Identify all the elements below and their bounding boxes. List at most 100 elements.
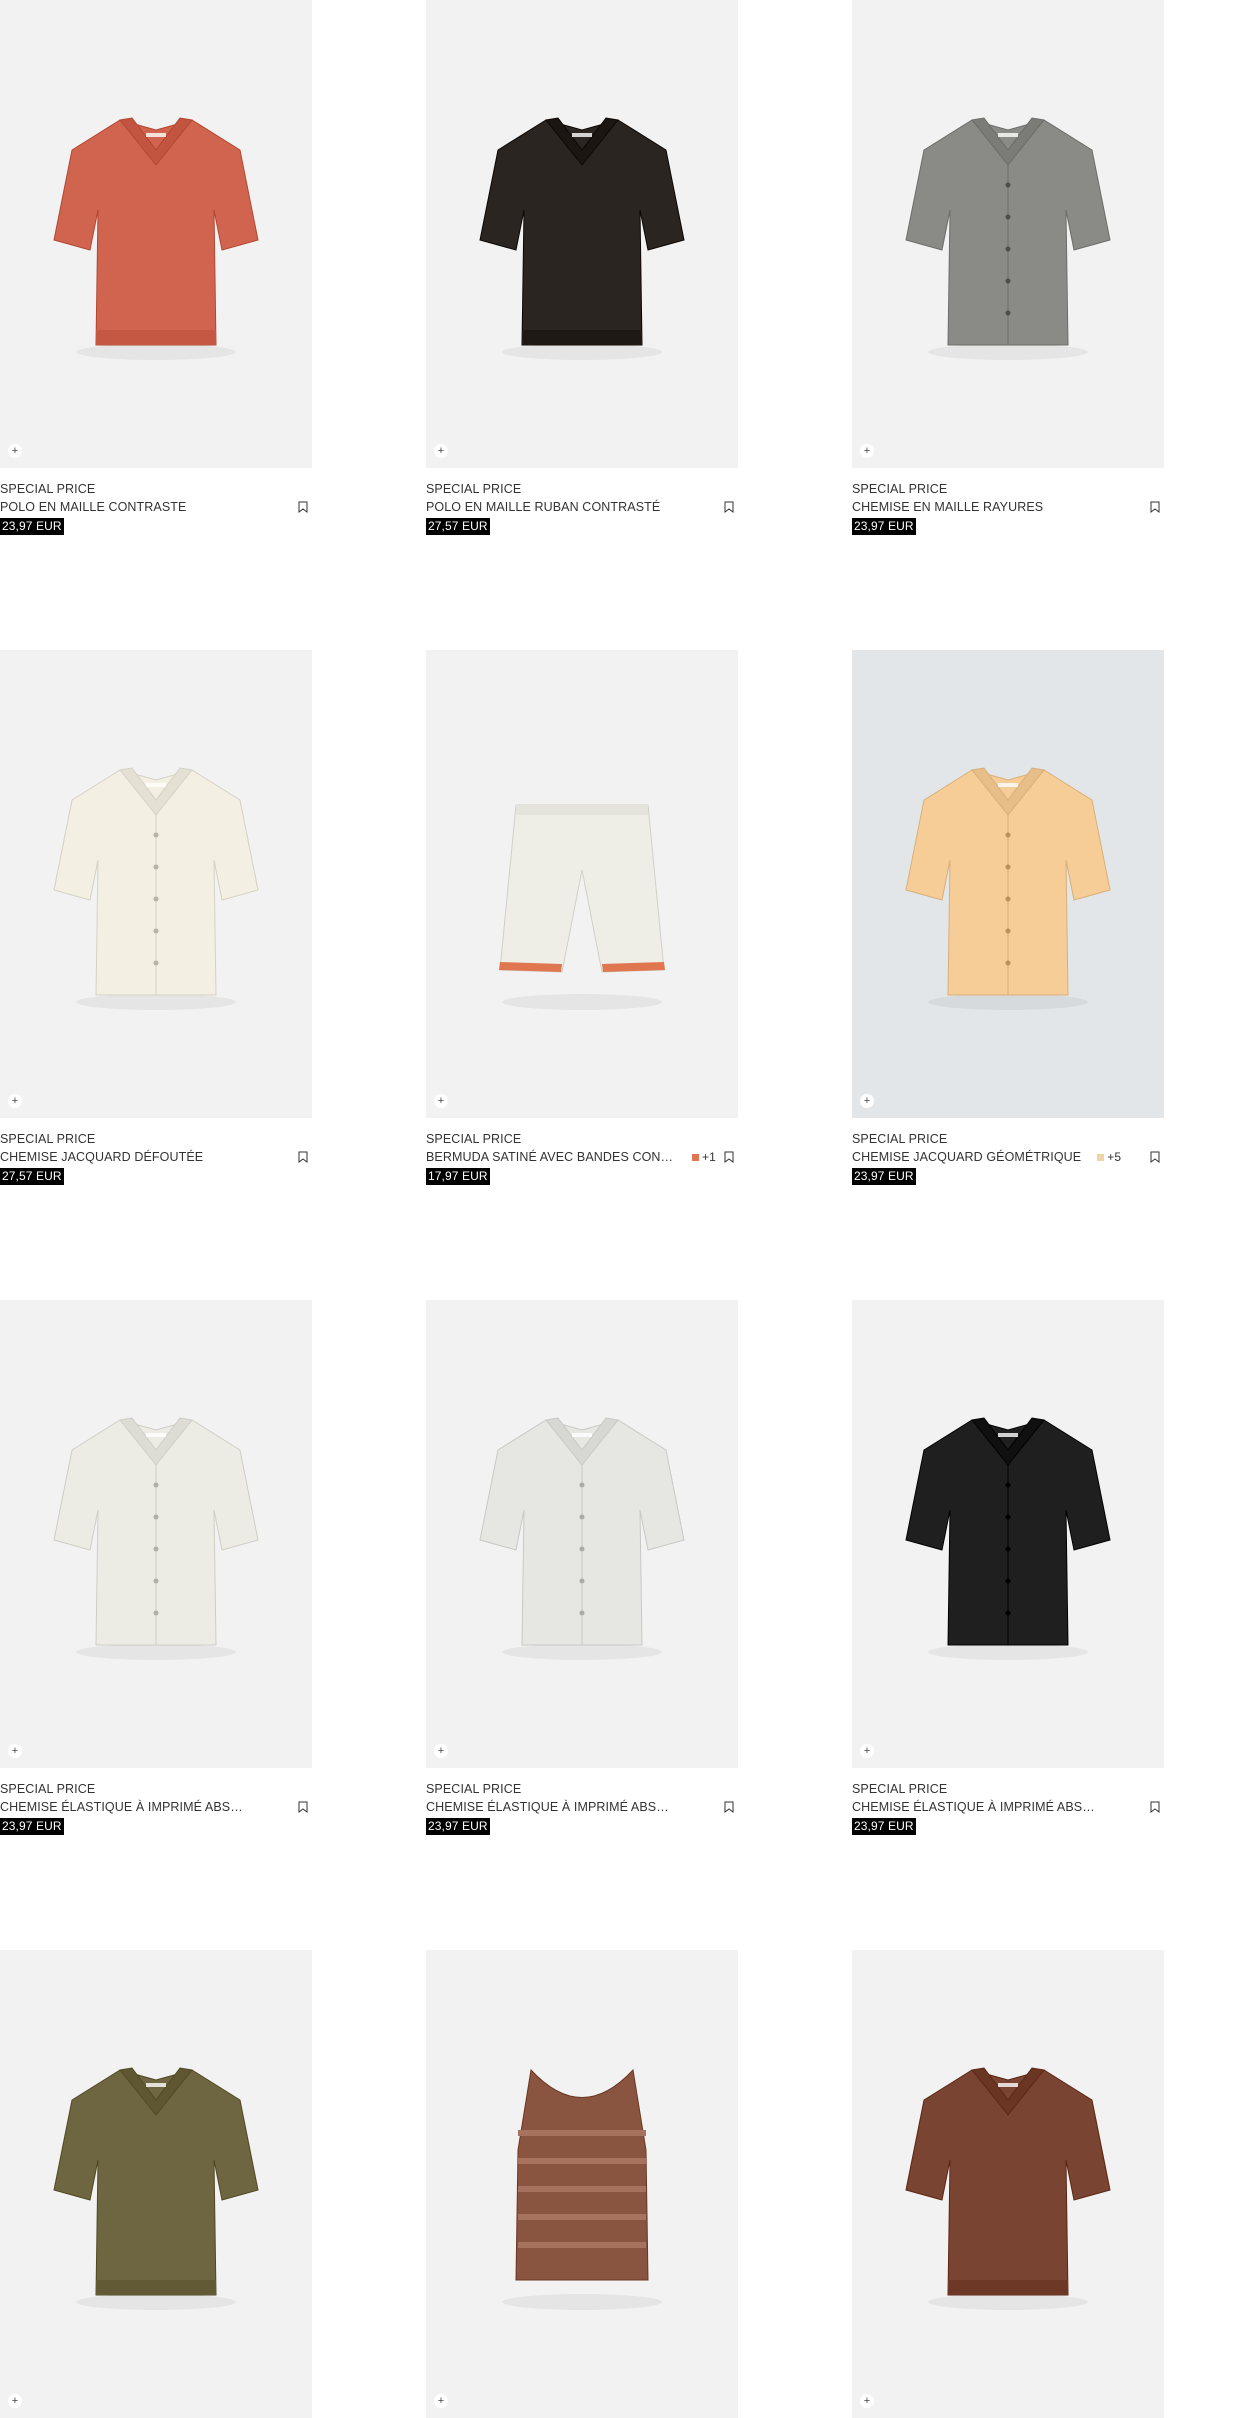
special-price-tag: SPECIAL PRICE [852, 482, 948, 496]
product-info: SPECIAL PRICE CHEMISE ÉLASTIQUE À IMPRIMÉ… [852, 1768, 1164, 1835]
product-image[interactable]: + [426, 1300, 738, 1768]
add-to-cart-plus-icon[interactable]: + [860, 2394, 874, 2408]
special-price-tag: SPECIAL PRICE [852, 1132, 948, 1146]
color-swatches[interactable]: +5 [1097, 1147, 1121, 1167]
product-card[interactable]: + [0, 1950, 312, 2418]
product-card[interactable]: + [426, 1950, 738, 2418]
product-info: SPECIAL PRICE CHEMISE ÉLASTIQUE À IMPRIMÉ… [426, 1768, 738, 1835]
product-garment [53, 2067, 259, 2310]
bookmark-icon[interactable] [724, 1801, 734, 1813]
color-swatches[interactable]: +1 [692, 1147, 716, 1167]
product-card[interactable]: + [852, 1950, 1164, 2418]
product-card[interactable]: + SPECIAL PRICE CHEMISE ÉLASTIQUE À IMPRIM… [852, 1300, 1164, 1835]
product-price: 27,57 EUR [426, 518, 490, 535]
add-to-cart-plus-icon[interactable]: + [434, 2394, 448, 2408]
product-card[interactable]: + SPECIAL PRICE POLO EN MAILLE RUBAN CONTR… [426, 0, 738, 535]
product-image[interactable]: + [852, 650, 1164, 1118]
product-garment [53, 1417, 259, 1660]
product-card[interactable]: + SPECIAL PRICE CHEMISE EN MAILLE RAYURES 2… [852, 0, 1164, 535]
product-name[interactable]: CHEMISE JACQUARD DÉFOUTÉE [0, 1147, 203, 1167]
product-garment [53, 767, 259, 1010]
bookmark-icon[interactable] [724, 1151, 734, 1163]
product-name[interactable]: CHEMISE ÉLASTIQUE À IMPRIMÉ ABSTRAIT [0, 1797, 250, 1817]
product-card[interactable]: + SPECIAL PRICE CHEMISE ÉLASTIQUE À IMPRIM… [0, 1300, 312, 1835]
product-price: 23,97 EUR [426, 1818, 490, 1835]
product-garment [905, 1417, 1111, 1660]
color-swatch[interactable] [1097, 1153, 1105, 1161]
add-to-cart-plus-icon[interactable]: + [860, 444, 874, 458]
special-price-tag: SPECIAL PRICE [426, 1782, 522, 1796]
product-name[interactable]: BERMUDA SATINÉ AVEC BANDES CONT... [426, 1147, 676, 1167]
add-to-cart-plus-icon[interactable]: + [8, 1094, 22, 1108]
product-card[interactable]: + SPECIAL PRICE CHEMISE ÉLASTIQUE À IMPRIM… [426, 1300, 738, 1835]
product-grid: + SPECIAL PRICE POLO EN MAILLE CONTRASTE 23… [0, 0, 1250, 2418]
product-name[interactable]: POLO EN MAILLE CONTRASTE [0, 497, 186, 517]
product-image[interactable]: + [426, 1950, 738, 2418]
product-name-row: CHEMISE ÉLASTIQUE À IMPRIMÉ ABSTRAIT [426, 1797, 738, 1817]
special-price-tag: SPECIAL PRICE [0, 482, 96, 496]
more-colors-count: +5 [1107, 1150, 1122, 1164]
add-to-cart-plus-icon[interactable]: + [434, 1744, 448, 1758]
product-image[interactable]: + [0, 0, 312, 468]
add-to-cart-plus-icon[interactable]: + [434, 444, 448, 458]
product-info: SPECIAL PRICE CHEMISE JACQUARD DÉFOUTÉE 27… [0, 1118, 312, 1185]
product-name-row: CHEMISE ÉLASTIQUE À IMPRIMÉ ABSTRAIT [0, 1797, 312, 1817]
product-garment [502, 2068, 662, 2310]
product-card[interactable]: + SPECIAL PRICE CHEMISE JACQUARD GÉOMÉTRIQ… [852, 650, 1164, 1185]
product-image[interactable]: + [426, 0, 738, 468]
product-price: 27,57 EUR [0, 1168, 64, 1185]
product-price: 23,97 EUR [852, 518, 916, 535]
product-card[interactable]: + SPECIAL PRICE CHEMISE JACQUARD DÉFOUTÉE 2… [0, 650, 312, 1185]
add-to-cart-plus-icon[interactable]: + [8, 1744, 22, 1758]
product-name[interactable]: CHEMISE ÉLASTIQUE À IMPRIMÉ ABSTRAIT [852, 1797, 1102, 1817]
product-name-row: CHEMISE ÉLASTIQUE À IMPRIMÉ ABSTRAIT [852, 1797, 1164, 1817]
product-image[interactable]: + [426, 650, 738, 1118]
product-name[interactable]: CHEMISE EN MAILLE RAYURES [852, 497, 1043, 517]
bookmark-icon[interactable] [298, 1801, 308, 1813]
special-price-tag: SPECIAL PRICE [0, 1782, 96, 1796]
product-info: SPECIAL PRICE CHEMISE JACQUARD GÉOMÉTRIQU… [852, 1118, 1164, 1185]
product-info: SPECIAL PRICE POLO EN MAILLE CONTRASTE 23,… [0, 468, 312, 535]
product-garment [905, 2067, 1111, 2310]
bookmark-icon[interactable] [1150, 501, 1160, 513]
product-name-row: CHEMISE JACQUARD GÉOMÉTRIQUE +5 [852, 1147, 1164, 1167]
product-image[interactable]: + [0, 650, 312, 1118]
product-name-row: CHEMISE JACQUARD DÉFOUTÉE [0, 1147, 312, 1167]
product-info: SPECIAL PRICE CHEMISE EN MAILLE RAYURES 23… [852, 468, 1164, 535]
product-name[interactable]: CHEMISE JACQUARD GÉOMÉTRIQUE [852, 1147, 1081, 1167]
product-price: 17,97 EUR [426, 1168, 490, 1185]
add-to-cart-plus-icon[interactable]: + [860, 1094, 874, 1108]
bookmark-icon[interactable] [298, 1151, 308, 1163]
product-image[interactable]: + [0, 1300, 312, 1768]
add-to-cart-plus-icon[interactable]: + [860, 1744, 874, 1758]
product-name[interactable]: CHEMISE ÉLASTIQUE À IMPRIMÉ ABSTRAIT [426, 1797, 676, 1817]
special-price-tag: SPECIAL PRICE [0, 1132, 96, 1146]
product-garment [499, 804, 665, 1010]
add-to-cart-plus-icon[interactable]: + [434, 1094, 448, 1108]
product-image[interactable]: + [852, 1950, 1164, 2418]
bookmark-icon[interactable] [298, 501, 308, 513]
product-info: SPECIAL PRICE CHEMISE ÉLASTIQUE À IMPRIMÉ… [0, 1768, 312, 1835]
add-to-cart-plus-icon[interactable]: + [8, 444, 22, 458]
product-garment [479, 1417, 685, 1660]
product-price: 23,97 EUR [852, 1168, 916, 1185]
product-name[interactable]: POLO EN MAILLE RUBAN CONTRASTÉ [426, 497, 660, 517]
bookmark-icon[interactable] [1150, 1151, 1160, 1163]
product-name-row: BERMUDA SATINÉ AVEC BANDES CONT... +1 [426, 1147, 738, 1167]
product-image[interactable]: + [852, 1300, 1164, 1768]
product-image[interactable]: + [0, 1950, 312, 2418]
bookmark-icon[interactable] [1150, 1801, 1160, 1813]
product-name-row: POLO EN MAILLE CONTRASTE [0, 497, 312, 517]
add-to-cart-plus-icon[interactable]: + [8, 2394, 22, 2408]
product-garment [905, 767, 1111, 1010]
product-card[interactable]: + SPECIAL PRICE BERMUDA SATINÉ AVEC BANDES… [426, 650, 738, 1185]
tank-shape [515, 2068, 649, 2281]
product-price: 23,97 EUR [852, 1818, 916, 1835]
product-image[interactable]: + [852, 0, 1164, 468]
product-card[interactable]: + SPECIAL PRICE POLO EN MAILLE CONTRASTE 23… [0, 0, 312, 535]
bookmark-icon[interactable] [724, 501, 734, 513]
product-info: SPECIAL PRICE POLO EN MAILLE RUBAN CONTRA… [426, 468, 738, 535]
product-name-row: POLO EN MAILLE RUBAN CONTRASTÉ [426, 497, 738, 517]
special-price-tag: SPECIAL PRICE [426, 482, 522, 496]
color-swatch[interactable] [692, 1153, 699, 1161]
